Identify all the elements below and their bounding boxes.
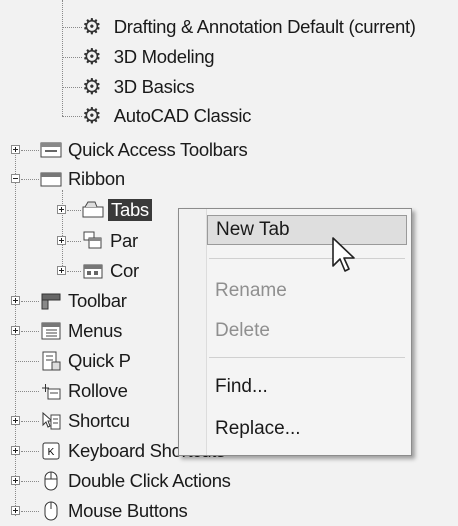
tree-item-tabs[interactable]: Tabs [82,195,152,225]
menu-separator [209,357,405,358]
tree-connector [21,481,39,482]
tree-connector [21,421,39,422]
tree-item-label: 3D Basics [113,76,195,97]
menu-icon-gutter [179,209,207,455]
tree-item-label: Toolbar [68,290,127,311]
toolbar-icon [40,142,62,158]
tree-item-workspace-3[interactable]: ⚙ 3D Basics [82,72,195,102]
menus-icon [41,322,61,340]
expand-toggle[interactable] [11,296,20,305]
tree-item-shortcut-menus[interactable]: Shortcu [40,406,130,436]
tree-item-toolbars[interactable]: Toolbar [40,286,127,316]
svg-text:K: K [48,447,55,458]
menu-item-replace[interactable]: Replace... [207,414,407,444]
tree-item-menus[interactable]: Menus [40,316,122,346]
menu-item-rename[interactable]: Rename [207,276,407,306]
mouse-icon [44,501,58,521]
collapse-toggle[interactable] [11,174,20,183]
menu-separator [209,258,405,259]
tree-item-label: Rollove [68,380,128,401]
mouse-icon [44,471,58,491]
tree-connector [21,331,39,332]
tree-connector [21,451,39,452]
tree-connector [15,361,39,362]
menu-item-label: Replace... [215,418,301,439]
tree-item-label: Mouse Buttons [68,500,188,521]
mouse-pointer-icon [332,237,355,272]
tree-connector [62,87,82,88]
tabs-icon [82,201,104,218]
tree-item-label: Ribbon [68,168,125,189]
quick-properties-icon [42,351,61,371]
expand-toggle[interactable] [57,205,66,214]
expand-toggle[interactable] [11,506,20,515]
tree-item-label: 3D Modeling [113,46,215,67]
menu-item-label: New Tab [216,219,290,240]
toolbars-icon [41,293,61,310]
tree-item-ribbon[interactable]: Ribbon [40,164,125,194]
tree-item-label: Drafting & Annotation Default (current) [113,16,416,37]
panels-icon [83,231,102,249]
tree-guide-line [62,190,63,270]
tree-item-double-click-actions[interactable]: Double Click Actions [40,466,231,496]
tree-item-quick-properties[interactable]: Quick P [40,346,131,376]
tree-item-mouse-buttons[interactable]: Mouse Buttons [40,496,188,526]
ribbon-icon [40,172,62,187]
tree-connector [21,301,39,302]
context-menu: New Tab Rename Delete Find... Replace... [178,208,412,456]
tree-item-label: Menus [68,320,123,341]
tree-connector [67,210,81,211]
tree-connector [21,179,39,180]
gear-icon: ⚙ [82,14,102,39]
tree-item-label: Quick P [68,350,131,371]
tree-item-workspace-4[interactable]: ⚙ AutoCAD Classic [82,101,251,131]
tree-connector [67,271,81,272]
expand-toggle[interactable] [11,145,20,154]
tree-item-label: Cor [110,260,139,281]
expand-toggle[interactable] [11,416,20,425]
tree-item-label: Shortcu [68,410,130,431]
expand-toggle[interactable] [57,266,66,275]
tree-item-label: Double Click Actions [68,470,231,491]
tree-item-label: Par [110,230,138,251]
menu-item-label: Rename [215,280,287,301]
tree-item-workspace-1[interactable]: ⚙ Drafting & Annotation Default (current… [82,12,416,42]
menu-item-find[interactable]: Find... [207,372,407,402]
tree-connector [62,116,82,117]
tree-item-label: AutoCAD Classic [113,105,252,126]
tree-connector [62,27,82,28]
tree-item-workspace-2[interactable]: ⚙ 3D Modeling [82,42,215,72]
menu-item-new-tab[interactable]: New Tab [207,215,407,245]
expand-toggle[interactable] [11,476,20,485]
menu-item-label: Find... [215,376,268,397]
tree-connector [21,150,39,151]
gear-icon: ⚙ [82,44,102,69]
tree-item-label: Quick Access Toolbars [68,139,248,160]
tree-connector [15,391,39,392]
tree-connector [67,241,81,242]
gear-icon: ⚙ [82,103,102,128]
keyboard-icon: K [42,442,60,460]
menu-item-delete[interactable]: Delete [207,316,407,346]
tree-item-quick-access-toolbars[interactable]: Quick Access Toolbars [40,135,248,165]
tree-item-rollover-tooltips[interactable]: Rollove [40,376,128,406]
rollover-icon [42,384,61,400]
gear-icon: ⚙ [82,74,102,99]
tree-item-label: Tabs [108,199,152,221]
tree-item-contextual-tab-states[interactable]: Cor [82,256,139,286]
tree-connector [21,511,39,512]
shortcut-icon [42,411,61,430]
expand-toggle[interactable] [57,236,66,245]
contextual-tab-icon [83,264,103,279]
expand-toggle[interactable] [11,446,20,455]
tree-item-panels[interactable]: Par [82,226,138,256]
tree-connector [62,57,82,58]
tree-guide-line [62,0,63,116]
expand-toggle[interactable] [11,326,20,335]
menu-item-label: Delete [215,320,270,341]
